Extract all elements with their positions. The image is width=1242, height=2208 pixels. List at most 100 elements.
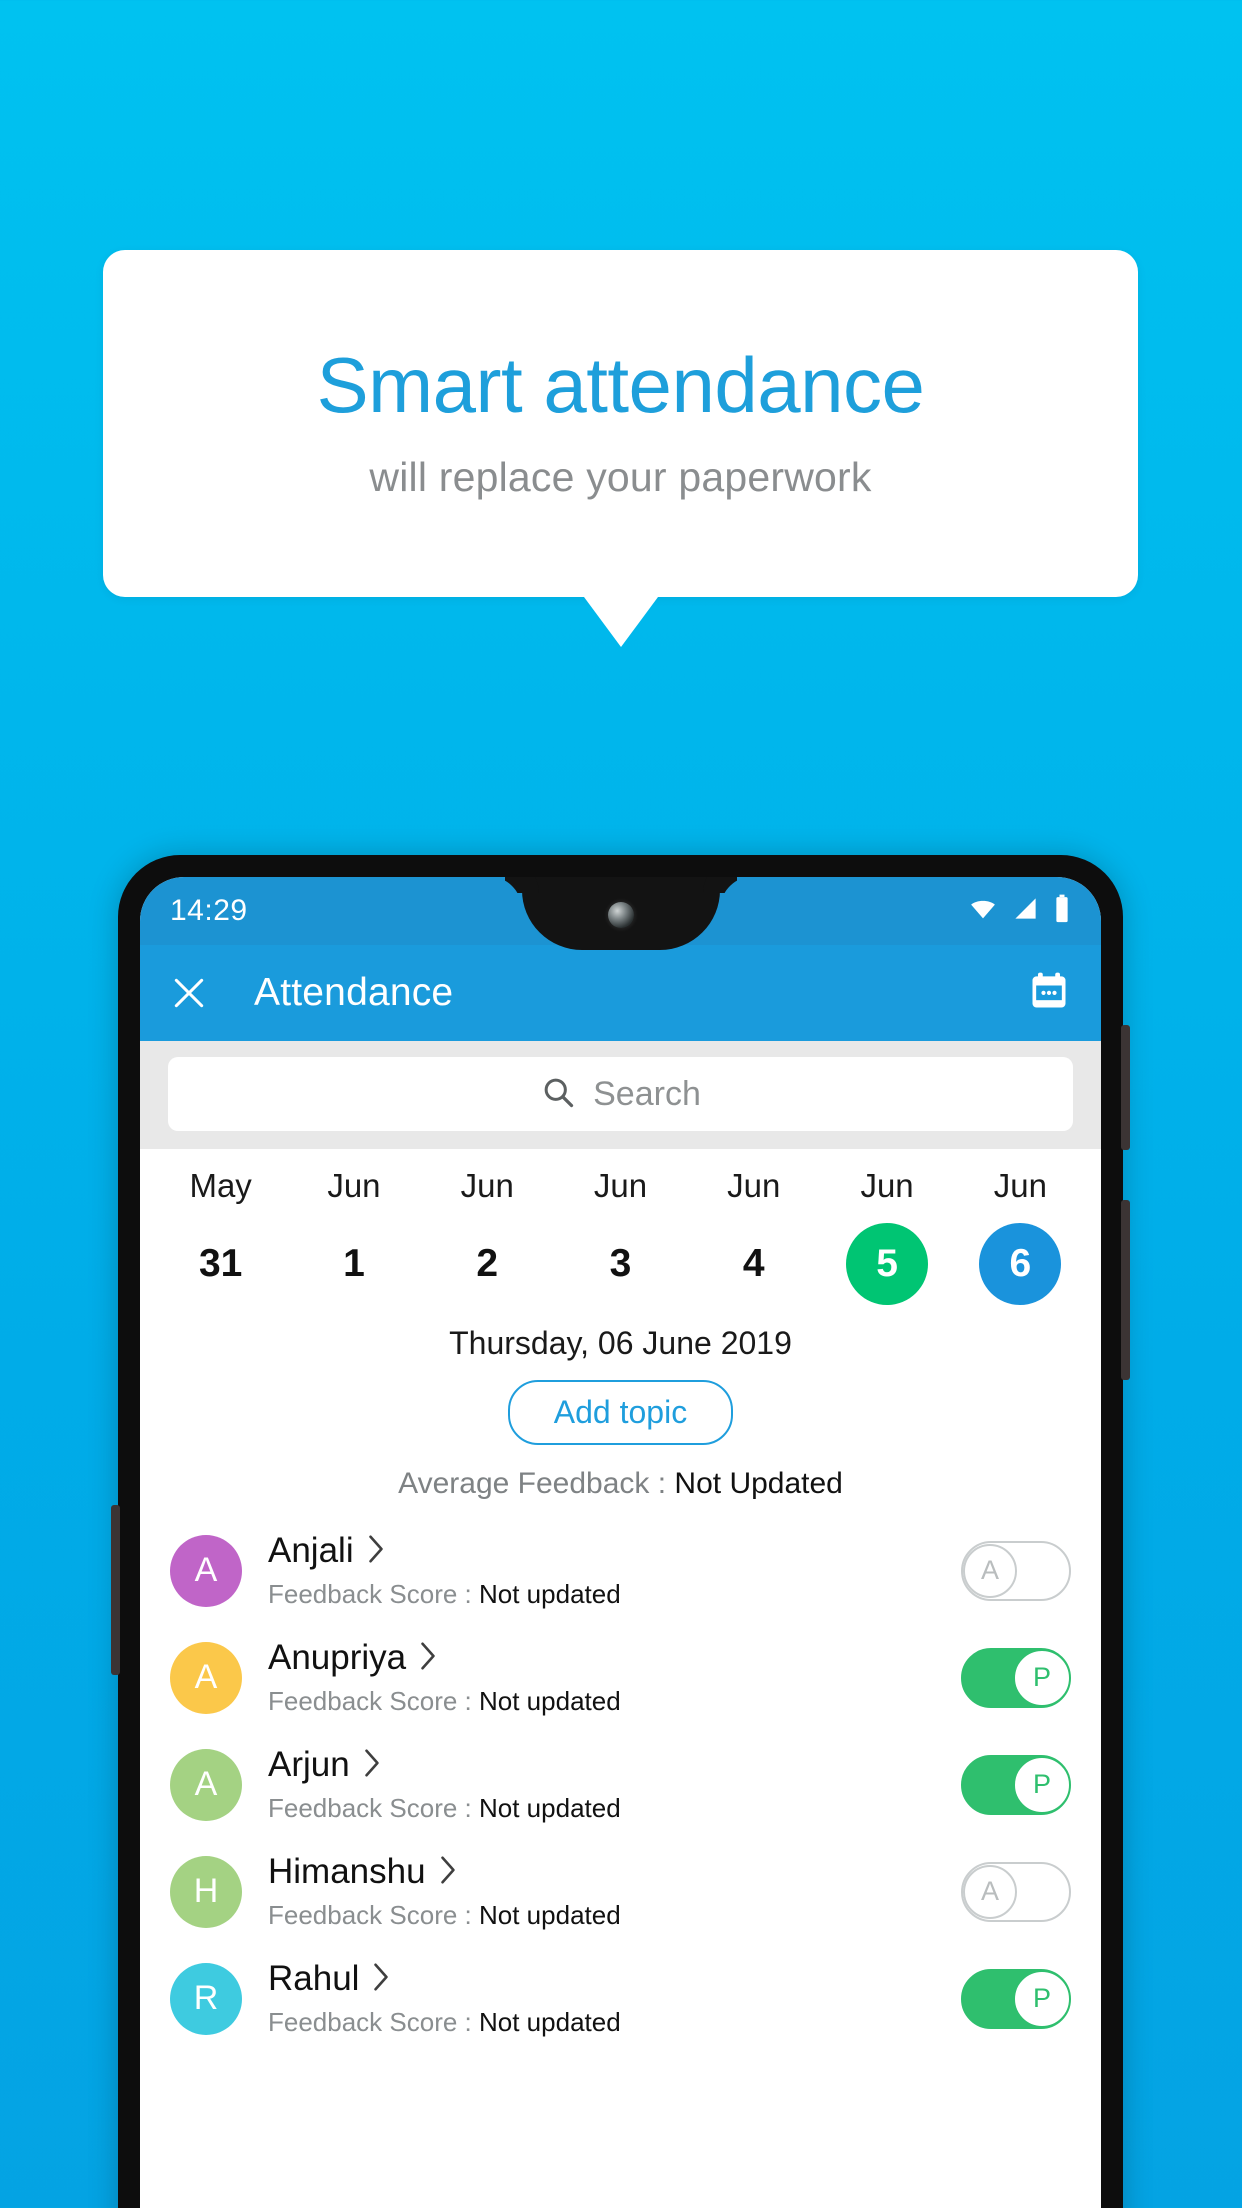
student-score-value: Not updated [479,1579,621,1609]
battery-icon [1053,894,1071,929]
chevron-right-icon[interactable] [438,1855,458,1890]
status-time: 14:29 [170,894,248,927]
close-icon[interactable] [170,974,208,1012]
student-name-line[interactable]: Anjali [268,1531,961,1571]
front-camera [607,902,634,928]
average-feedback-label: Average Feedback : [398,1467,675,1500]
date-month-label: Jun [860,1167,914,1204]
student-row[interactable]: A Arjun Feedback Score : Not updated P [140,1731,1101,1838]
date-day-number[interactable]: 1 [313,1223,395,1305]
attendance-toggle[interactable]: P [961,1968,1071,2029]
calendar-icon[interactable] [1027,969,1071,1018]
date-day-number[interactable]: 6 [979,1223,1062,1305]
date-cell[interactable]: Jun 2 [421,1167,554,1305]
student-list: A Anjali Feedback Score : Not updated A A Anu… [140,1517,1101,2052]
search-input[interactable]: Search [168,1057,1073,1131]
date-day-number[interactable]: 31 [180,1223,262,1305]
add-topic-button[interactable]: Add topic [507,1380,734,1445]
student-info: Rahul Feedback Score : Not updated [268,1959,961,2038]
date-month-label: Jun [460,1167,514,1204]
date-day-number[interactable]: 2 [446,1223,528,1305]
attendance-toggle[interactable]: P [961,1754,1071,1815]
attendance-toggle[interactable]: A [961,1540,1071,1601]
date-month-label: Jun [327,1167,381,1204]
student-name: Anjali [268,1531,354,1570]
search-placeholder: Search [593,1074,701,1113]
app-bar: Attendance [140,945,1101,1041]
student-info: Arjun Feedback Score : Not updated [268,1745,961,1824]
student-name-line[interactable]: Anupriya [268,1638,961,1678]
search-icon [540,1074,576,1115]
date-cell[interactable]: Jun 5 [820,1167,953,1305]
chevron-right-icon[interactable] [418,1641,438,1676]
student-score: Feedback Score : Not updated [268,1900,961,1931]
average-feedback: Average Feedback : Not Updated [140,1467,1101,1501]
student-score-label: Feedback Score : [268,1686,479,1716]
promo-card: Smart attendance will replace your paper… [103,250,1138,597]
promo-bubble-tail [584,597,658,647]
student-score-label: Feedback Score : [268,1579,479,1609]
student-row[interactable]: A Anupriya Feedback Score : Not updated P [140,1624,1101,1731]
student-score: Feedback Score : Not updated [268,1579,961,1610]
date-cell[interactable]: Jun 4 [687,1167,820,1305]
student-score-label: Feedback Score : [268,1900,479,1930]
wifi-icon [968,894,998,929]
attendance-toggle[interactable]: P [961,1647,1071,1708]
student-row[interactable]: A Anjali Feedback Score : Not updated A [140,1517,1101,1624]
attendance-toggle-knob: P [1015,1650,1069,1705]
date-strip: May 31 Jun 1 Jun 2 Jun 3 Jun 4 Jun 5 Jun 6 [140,1149,1101,1309]
phone-volume-button[interactable] [1121,1025,1130,1150]
phone-mockup: 14:29 Attendance Search May 31 Jun 1 Jun… [111,855,1130,2208]
status-bar: 14:29 [140,877,1101,950]
date-day-number[interactable]: 4 [713,1223,795,1305]
average-feedback-value: Not Updated [674,1467,843,1500]
student-name: Anupriya [268,1638,407,1677]
student-score: Feedback Score : Not updated [268,1686,961,1717]
cellular-signal-icon [1012,895,1039,927]
student-info: Anupriya Feedback Score : Not updated [268,1638,961,1717]
date-cell[interactable]: Jun 3 [554,1167,687,1305]
chevron-right-icon[interactable] [362,1748,382,1783]
avatar: A [170,1748,242,1821]
date-cell[interactable]: May 31 [154,1167,287,1305]
date-month-label: Jun [727,1167,781,1204]
date-day-number[interactable]: 3 [579,1223,661,1305]
attendance-toggle-knob: P [1015,1971,1069,2026]
attendance-toggle-knob: A [963,1543,1017,1598]
date-cell[interactable]: Jun 1 [287,1167,420,1305]
phone-notch [521,877,720,950]
student-row[interactable]: R Rahul Feedback Score : Not updated P [140,1945,1101,2052]
student-name-line[interactable]: Rahul [268,1959,961,1999]
phone-power-button[interactable] [1121,1200,1130,1380]
student-name-line[interactable]: Himanshu [268,1852,961,1892]
student-score-label: Feedback Score : [268,1793,479,1823]
student-name: Rahul [268,1959,360,1998]
student-score-value: Not updated [479,2007,621,2037]
phone-screen: 14:29 Attendance Search May 31 Jun 1 Jun… [140,877,1101,2208]
student-name-line[interactable]: Arjun [268,1745,961,1785]
phone-side-button-left[interactable] [111,1505,120,1675]
page-title: Attendance [254,971,454,1014]
student-info: Anjali Feedback Score : Not updated [268,1531,961,1610]
student-score: Feedback Score : Not updated [268,1793,961,1824]
student-score-label: Feedback Score : [268,2007,479,2037]
selected-date-label: Thursday, 06 June 2019 [449,1325,792,1361]
avatar: A [170,1641,242,1714]
avatar: A [170,1534,242,1607]
attendance-toggle-knob: P [1015,1757,1069,1812]
student-score-value: Not updated [479,1793,621,1823]
date-day-number[interactable]: 5 [846,1223,929,1305]
student-score-value: Not updated [479,1900,621,1930]
search-area: Search [140,1041,1101,1149]
student-row[interactable]: H Himanshu Feedback Score : Not updated A [140,1838,1101,1945]
student-name: Arjun [268,1745,350,1784]
chevron-right-icon[interactable] [366,1534,386,1569]
attendance-toggle-knob: A [963,1864,1017,1919]
attendance-toggle[interactable]: A [961,1861,1071,1922]
student-score-value: Not updated [479,1686,621,1716]
avatar: H [170,1855,242,1928]
avatar: R [170,1962,242,2035]
promo-title: Smart attendance [316,341,925,429]
date-cell[interactable]: Jun 6 [954,1167,1087,1305]
chevron-right-icon[interactable] [371,1962,391,1997]
